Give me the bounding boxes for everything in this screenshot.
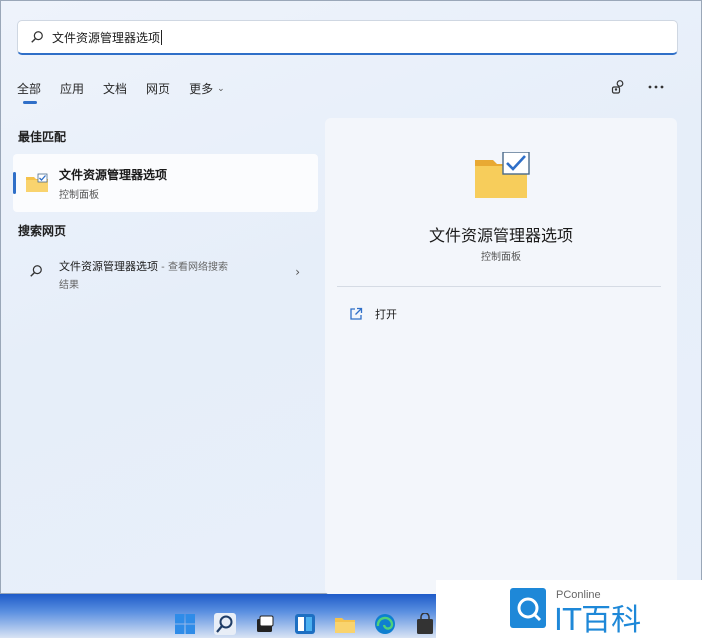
file-explorer-icon[interactable] [334,613,356,635]
edge-browser-icon[interactable] [374,613,396,635]
detail-subtitle: 控制面板 [481,252,521,263]
chevron-right-icon: › [295,265,300,279]
search-box[interactable]: 文件资源管理器选项 [17,20,678,55]
best-match-title: 文件资源管理器选项 [59,167,168,182]
open-external-icon [350,307,363,320]
search-icon [31,31,43,43]
detail-pane: 文件资源管理器选项 控制面板 打开 [325,118,677,595]
folder-options-icon [475,152,530,198]
filter-tabs: 全部 应用 文档 网页 更多 ⌄ [17,80,244,104]
best-match-subtitle: 控制面板 [59,189,99,201]
web-search-query: 文件资源管理器选项 [59,260,158,273]
account-switch-icon[interactable] [609,78,627,96]
watermark-logo: PConline IT百科 [436,580,702,638]
open-label: 打开 [375,308,397,321]
tab-actions [609,78,665,96]
tab-all[interactable]: 全部 [17,80,41,104]
open-button[interactable]: 打开 [349,306,397,322]
widgets-icon[interactable] [294,613,316,635]
detail-title: 文件资源管理器选项 [428,226,573,245]
tab-more-label: 更多 [189,82,214,96]
best-match-heading: 最佳匹配 [18,130,67,144]
svg-text:PConline: PConline [556,589,601,601]
search-input[interactable]: 文件资源管理器选项 [52,29,160,46]
chevron-down-icon: ⌄ [217,83,225,94]
pconline-logo: PConline IT百科 [510,588,641,638]
more-options-icon[interactable] [647,78,665,96]
taskbar [0,594,436,638]
web-search-heading: 搜索网页 [18,224,67,238]
svg-text:IT百科: IT百科 [554,603,641,638]
web-search-item[interactable]: 文件资源管理器选项 - 查看网络搜索 结果 › [13,251,318,295]
tab-web[interactable]: 网页 [146,80,170,97]
windows-start-icon[interactable] [174,613,196,635]
tab-more[interactable]: 更多 ⌄ [189,80,225,97]
tab-apps[interactable]: 应用 [60,80,84,97]
search-icon[interactable] [214,613,236,635]
store-icon[interactable] [414,613,436,635]
start-search-panel: 文件资源管理器选项 全部 应用 文档 网页 更多 ⌄ 最佳匹配 文件资源管理器选… [0,0,702,595]
search-icon [30,265,42,277]
best-match-item[interactable]: 文件资源管理器选项 控制面板 [13,154,318,212]
text-caret [161,29,163,45]
task-view-icon[interactable] [254,613,276,635]
web-search-desc: - 查看网络搜索 [158,262,228,273]
folder-options-icon [26,173,48,192]
web-search-desc-2: 结果 [59,280,79,291]
selection-indicator [13,172,16,194]
divider [337,286,661,287]
tab-documents[interactable]: 文档 [103,80,127,97]
